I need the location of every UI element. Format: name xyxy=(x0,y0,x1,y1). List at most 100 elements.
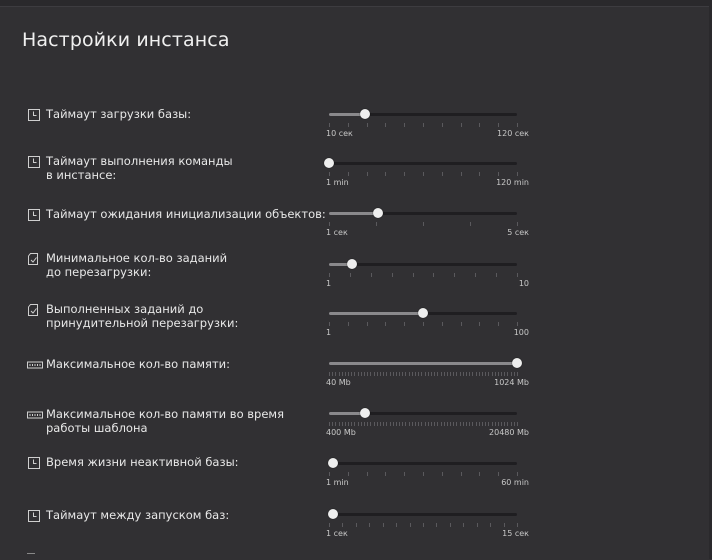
slider-tick xyxy=(408,372,410,376)
slider-thumb[interactable] xyxy=(327,509,338,519)
slider-tick xyxy=(391,273,393,277)
slider-tick xyxy=(513,372,515,376)
clock-icon xyxy=(27,107,41,121)
slider-tick xyxy=(411,372,413,376)
slider-tick xyxy=(329,123,330,127)
slider-thumb[interactable] xyxy=(327,458,338,468)
slider-tick xyxy=(481,372,483,376)
slider-tick xyxy=(504,422,506,426)
slider-tick xyxy=(517,523,518,527)
setting-label: Минимальное кол-во заданий до перезагруз… xyxy=(46,251,228,279)
slider-tick xyxy=(404,322,406,326)
slider-tick xyxy=(357,372,359,376)
slider-tick xyxy=(418,422,420,426)
slider-tick xyxy=(430,372,432,376)
setting-slider[interactable]: 1 min 120 min xyxy=(324,157,529,187)
slider-tick xyxy=(517,322,518,326)
setting-slider[interactable]: 1 10 xyxy=(326,258,529,288)
slider-max-label: 60 min xyxy=(501,478,529,487)
slider-tick xyxy=(342,523,344,527)
slider-tick xyxy=(367,422,369,426)
slider-tick xyxy=(479,172,481,176)
setting-slider[interactable]: 1 сек 15 сек xyxy=(326,508,529,538)
slider-tick xyxy=(441,123,443,127)
slider-fill xyxy=(329,362,517,365)
slider-thumb[interactable] xyxy=(359,109,370,119)
slider-thumb[interactable] xyxy=(346,259,357,269)
slider-tick xyxy=(446,372,448,376)
slider-tick xyxy=(504,372,506,376)
slider-fill xyxy=(329,212,378,215)
setting-slider[interactable]: 400 Mb 20480 Mb xyxy=(326,407,529,437)
slider-tick xyxy=(450,372,452,376)
slider-track[interactable] xyxy=(329,513,517,516)
slider-tick xyxy=(329,172,330,176)
slider-tick xyxy=(383,422,385,426)
setting-slider[interactable]: 1 min 60 min xyxy=(326,457,529,487)
slider-max-label: 10 xyxy=(518,279,529,288)
setting-label: Максимальное кол-во памяти во время рабо… xyxy=(46,407,285,435)
slider-min-label: 1 xyxy=(326,279,332,288)
slider-track[interactable] xyxy=(329,462,517,465)
slider-tick xyxy=(409,523,411,527)
slider-tick xyxy=(488,372,490,376)
slider-thumb[interactable] xyxy=(324,158,334,168)
slider-tick xyxy=(466,372,468,376)
slider-tick xyxy=(459,422,461,426)
slider-tick xyxy=(466,422,468,426)
slider-tick xyxy=(348,372,350,376)
slider-ticks xyxy=(329,172,518,177)
slider-tick xyxy=(366,472,368,476)
slider-ticks xyxy=(329,372,518,377)
slider-tick xyxy=(386,372,388,376)
slider-tick xyxy=(501,422,503,426)
slider-tick xyxy=(479,322,481,326)
slider-thumb[interactable] xyxy=(512,358,522,368)
slider-min-label: 40 Mb xyxy=(326,378,351,387)
slider-tick xyxy=(460,322,462,326)
slider-tick xyxy=(517,372,518,376)
slider-tick xyxy=(446,422,448,426)
slider-tick xyxy=(460,172,462,176)
slider-min-label: 1 min xyxy=(326,178,349,187)
slider-tick xyxy=(517,172,518,176)
slider-track[interactable] xyxy=(329,263,517,266)
slider-tick xyxy=(436,523,438,527)
slider-tick xyxy=(395,422,397,426)
slider-tick xyxy=(517,123,518,127)
slider-tick xyxy=(404,123,406,127)
top-border xyxy=(0,0,712,7)
slider-thumb[interactable] xyxy=(359,408,370,418)
slider-tick xyxy=(335,422,337,426)
slider-tick xyxy=(498,472,500,476)
slider-tick xyxy=(423,322,424,326)
page-title: Настройки инстанса xyxy=(22,29,230,51)
slider-ticks xyxy=(329,273,518,278)
slider-track[interactable] xyxy=(329,162,517,165)
slider-tick xyxy=(450,422,452,426)
slider-tick xyxy=(437,422,439,426)
setting-slider[interactable]: 40 Mb 1024 Mb xyxy=(326,357,529,387)
setting-slider[interactable]: 10 сек 120 сек xyxy=(326,108,529,138)
slider-tick xyxy=(475,422,477,426)
setting-slider[interactable]: 1 100 xyxy=(326,307,529,337)
slider-tick xyxy=(501,372,503,376)
setting-slider[interactable]: 1 сек 5 сек xyxy=(326,207,529,237)
slider-tick xyxy=(421,422,423,426)
slider-tick xyxy=(376,222,377,226)
slider-tick xyxy=(402,372,404,376)
slider-tick xyxy=(338,372,340,376)
slider-tick xyxy=(462,372,464,376)
slider-thumb[interactable] xyxy=(372,208,383,218)
slider-tick xyxy=(399,422,401,426)
slider-thumb[interactable] xyxy=(418,308,428,318)
slider-tick xyxy=(443,372,445,376)
slider-tick xyxy=(481,422,483,426)
slider-tick xyxy=(491,372,493,376)
slider-tick xyxy=(347,123,349,127)
slider-tick xyxy=(396,523,398,527)
slider-tick xyxy=(440,372,442,376)
slider-tick xyxy=(479,472,481,476)
slider-min-label: 1 xyxy=(326,328,332,337)
slider-max-label: 5 сек xyxy=(507,228,529,237)
